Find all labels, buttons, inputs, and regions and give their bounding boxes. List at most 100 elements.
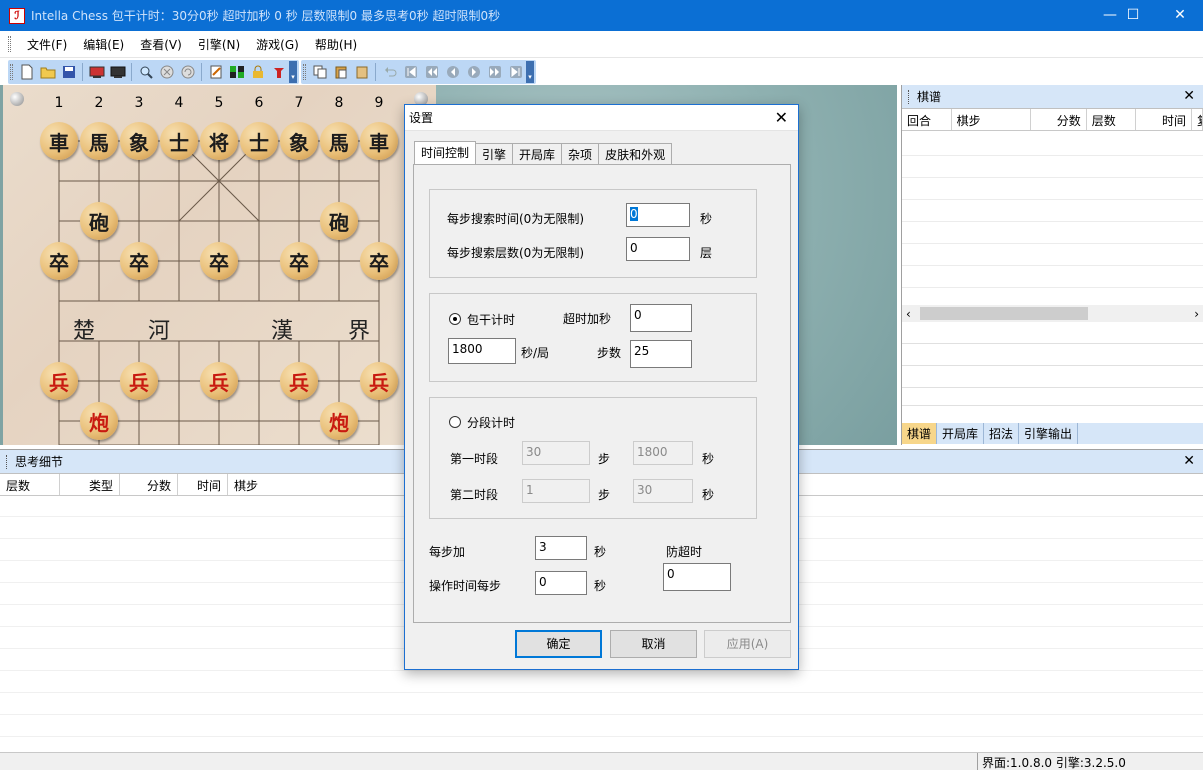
period2-moves-input[interactable]: 1 — [522, 479, 590, 503]
tab-opening-book[interactable]: 开局库 — [937, 423, 985, 444]
piece-red-soldier[interactable]: 兵 — [200, 362, 238, 400]
period1-seconds-input[interactable]: 1800 — [633, 441, 693, 465]
piece-black-soldier[interactable]: 卒 — [360, 242, 398, 280]
menu-game[interactable]: 游戏(G) — [248, 36, 307, 53]
paste-icon[interactable] — [330, 62, 351, 82]
column-header[interactable]: 时间 — [178, 474, 228, 495]
search-time-input[interactable]: 0 — [626, 203, 690, 227]
search-icon[interactable] — [135, 62, 156, 82]
close-icon[interactable]: ✕ — [1183, 453, 1195, 469]
menu-help[interactable]: 帮助(H) — [307, 36, 365, 53]
period1-moves-input[interactable]: 30 — [522, 441, 590, 465]
tab-time-control[interactable]: 时间控制 — [414, 141, 477, 164]
first-icon[interactable] — [400, 62, 421, 82]
piece-black-cannon[interactable]: 砲 — [80, 202, 118, 240]
maximize-button[interactable]: ☐ — [1110, 0, 1156, 31]
piece-black-general[interactable]: 将 — [200, 122, 238, 160]
toolbar-grip[interactable] — [303, 63, 306, 80]
menu-edit[interactable]: 编辑(E) — [75, 36, 132, 53]
segment-time-radio[interactable] — [449, 416, 461, 428]
toolbar-overflow-icon[interactable]: ▾ — [526, 60, 534, 83]
tab-misc[interactable]: 杂项 — [561, 143, 600, 164]
cancel-button[interactable]: 取消 — [610, 630, 697, 658]
column-header[interactable]: 层数 — [0, 474, 60, 495]
piece-black-horse[interactable]: 馬 — [80, 122, 118, 160]
piece-red-soldier[interactable]: 兵 — [120, 362, 158, 400]
overtime-input[interactable]: 0 — [630, 304, 692, 332]
piece-black-soldier[interactable]: 卒 — [280, 242, 318, 280]
scroll-thumb[interactable] — [920, 307, 1088, 320]
close-icon[interactable]: ✕ — [1183, 88, 1195, 104]
piece-black-advisor[interactable]: 士 — [240, 122, 278, 160]
chess-board[interactable]: 1 2 3 4 5 6 7 8 9 車 馬 象 士 将 士 象 馬 車 砲 砲 … — [3, 85, 436, 445]
anti-timeout-input[interactable]: 0 — [663, 563, 731, 591]
prev-icon[interactable] — [442, 62, 463, 82]
panel-grip[interactable] — [6, 454, 9, 469]
undo-icon[interactable] — [379, 62, 400, 82]
tab-skin[interactable]: 皮肤和外观 — [598, 143, 673, 164]
package-time-radio[interactable] — [449, 313, 461, 325]
per-move-add-input[interactable]: 3 — [535, 536, 587, 560]
column-header[interactable]: 棋步 — [952, 109, 1032, 130]
period2-seconds-input[interactable]: 30 — [633, 479, 693, 503]
red-side-icon[interactable] — [86, 62, 107, 82]
menu-file[interactable]: 文件(F) — [19, 36, 75, 53]
refresh-icon[interactable] — [177, 62, 198, 82]
piece-black-elephant[interactable]: 象 — [280, 122, 318, 160]
piece-black-chariot[interactable]: 車 — [360, 122, 398, 160]
column-header[interactable]: 层数 — [1087, 109, 1137, 130]
moves-input[interactable]: 25 — [630, 340, 692, 368]
piece-black-horse[interactable]: 馬 — [320, 122, 358, 160]
last-icon[interactable] — [505, 62, 526, 82]
tab-record[interactable]: 棋谱 — [902, 423, 938, 444]
flip-board-icon[interactable] — [226, 62, 247, 82]
menu-engine[interactable]: 引擎(N) — [190, 36, 248, 53]
search-depth-input[interactable]: 0 — [626, 237, 690, 261]
piece-black-soldier[interactable]: 卒 — [40, 242, 78, 280]
piece-black-soldier[interactable]: 卒 — [200, 242, 238, 280]
tab-engine[interactable]: 引擎 — [475, 143, 514, 164]
game-seconds-input[interactable]: 1800 — [448, 338, 516, 364]
edit-icon[interactable] — [205, 62, 226, 82]
piece-black-elephant[interactable]: 象 — [120, 122, 158, 160]
toolbar-overflow-icon[interactable]: ▾ — [289, 60, 297, 83]
prev-prev-icon[interactable] — [421, 62, 442, 82]
next-next-icon[interactable] — [484, 62, 505, 82]
scroll-right-icon[interactable]: › — [1194, 307, 1199, 321]
column-header[interactable]: 分数 — [1031, 109, 1087, 130]
column-header[interactable]: 回合 — [902, 109, 952, 130]
open-folder-icon[interactable] — [37, 62, 58, 82]
next-icon[interactable] — [463, 62, 484, 82]
piece-red-cannon[interactable]: 炮 — [320, 402, 358, 440]
copy-icon[interactable] — [309, 62, 330, 82]
column-header[interactable]: 时间 — [1136, 109, 1193, 130]
tab-opening-book[interactable]: 开局库 — [512, 143, 563, 164]
panel-grip[interactable] — [908, 89, 911, 104]
toolbar-grip[interactable] — [10, 63, 13, 80]
column-header[interactable]: 分数 — [120, 474, 178, 495]
column-header[interactable]: 复 — [1192, 109, 1203, 130]
apply-button[interactable]: 应用(A) — [704, 630, 791, 658]
ok-button[interactable]: 确定 — [515, 630, 602, 658]
piece-red-soldier[interactable]: 兵 — [40, 362, 78, 400]
column-header[interactable]: 类型 — [60, 474, 120, 495]
scroll-left-icon[interactable]: ‹ — [906, 307, 911, 321]
stop-icon[interactable] — [156, 62, 177, 82]
piece-red-cannon[interactable]: 炮 — [80, 402, 118, 440]
piece-black-soldier[interactable]: 卒 — [120, 242, 158, 280]
save-icon[interactable] — [58, 62, 79, 82]
dialog-close-icon[interactable]: ✕ — [775, 108, 788, 127]
black-side-icon[interactable] — [107, 62, 128, 82]
piece-red-soldier[interactable]: 兵 — [280, 362, 318, 400]
column-header[interactable]: 棋步 — [228, 474, 288, 495]
piece-black-advisor[interactable]: 士 — [160, 122, 198, 160]
tab-engine-output[interactable]: 引擎输出 — [1019, 423, 1079, 444]
lock-icon[interactable] — [247, 62, 268, 82]
tab-moves[interactable]: 招法 — [984, 423, 1020, 444]
clipboard-icon[interactable] — [351, 62, 372, 82]
menubar-grip[interactable] — [8, 36, 11, 52]
piece-black-cannon[interactable]: 砲 — [320, 202, 358, 240]
op-time-input[interactable]: 0 — [535, 571, 587, 595]
piece-red-soldier[interactable]: 兵 — [360, 362, 398, 400]
hint-icon[interactable] — [268, 62, 289, 82]
